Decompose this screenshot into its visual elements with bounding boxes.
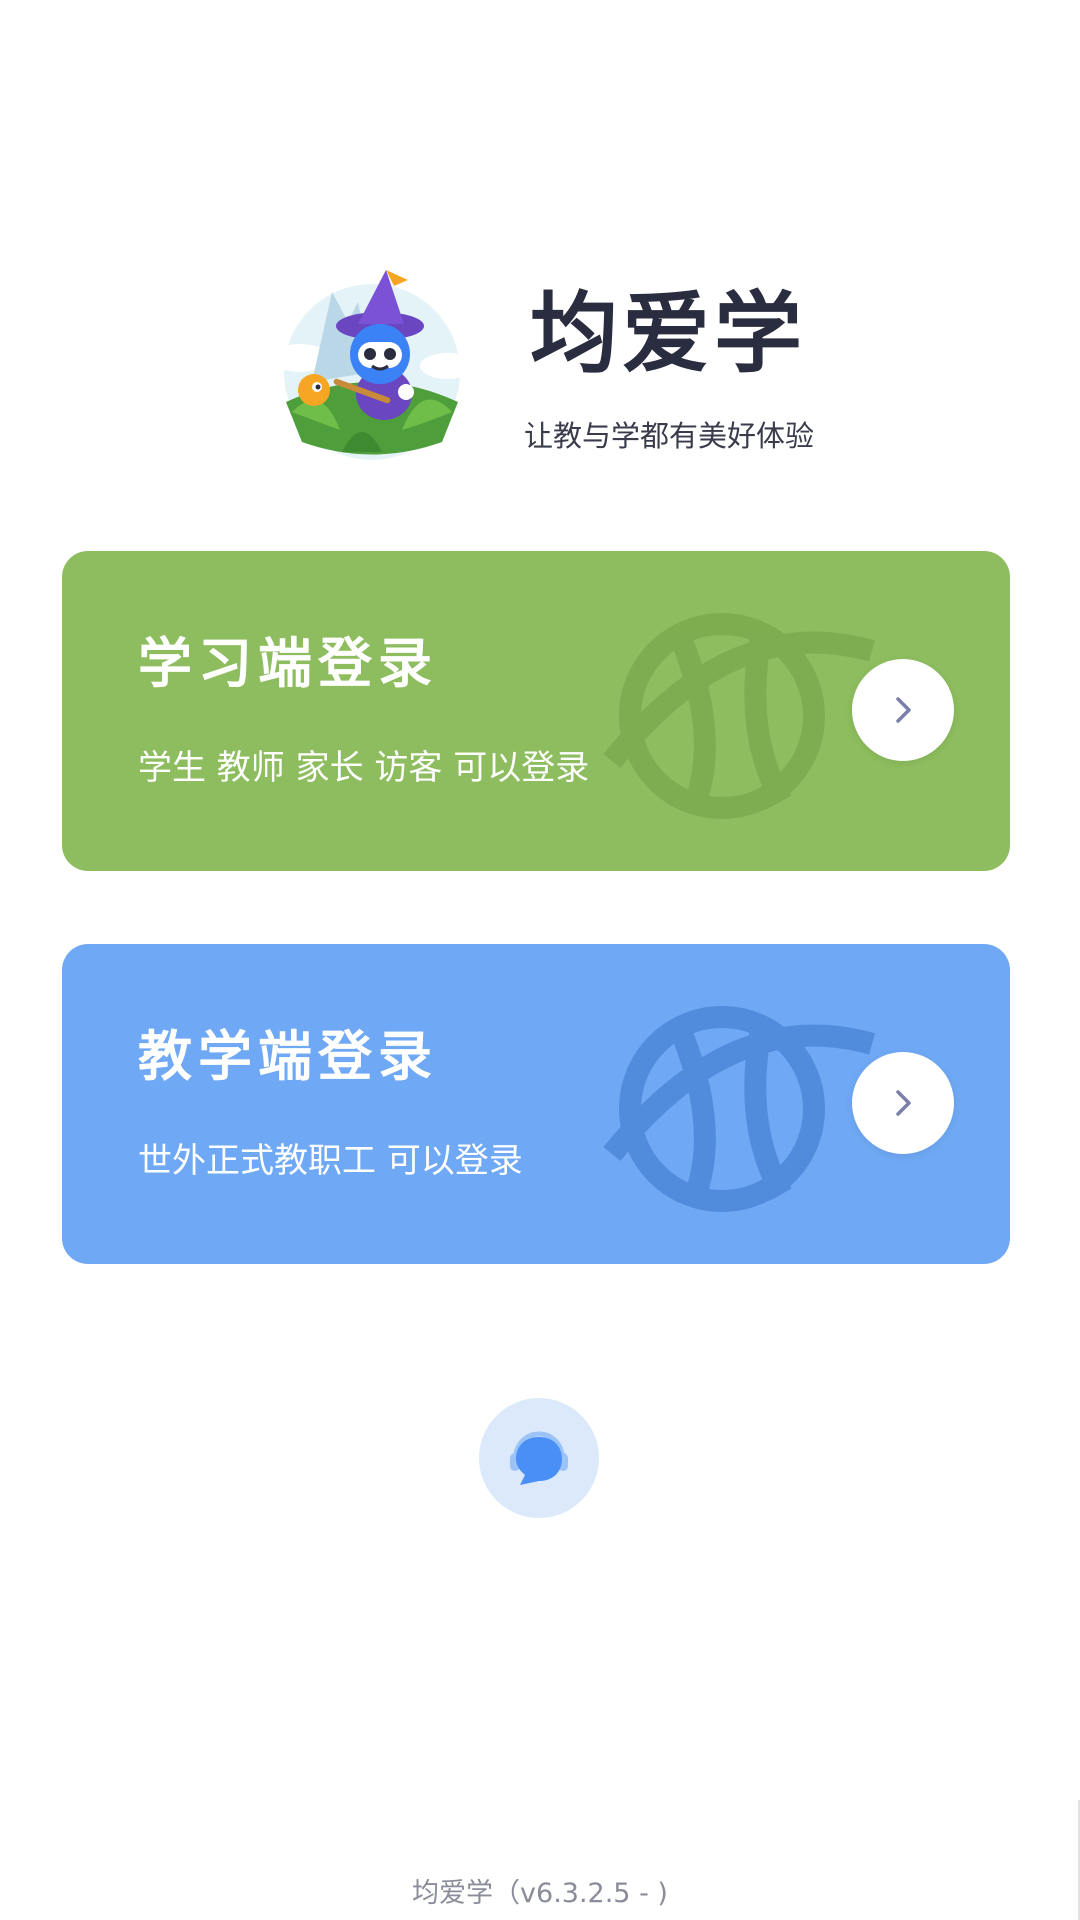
app-version-text: 均爱学（v6.3.2.5 - ) — [412, 1878, 668, 1909]
login-page: 均爱学 让教与学都有美好体验 学习端登录 学生 教师 家长 访客 可以登录 教学… — [0, 0, 1080, 1920]
headset-chat-icon — [510, 1431, 568, 1485]
chevron-right-icon — [896, 697, 911, 723]
student-login-card[interactable]: 学习端登录 学生 教师 家长 访客 可以登录 — [62, 551, 1010, 871]
wizard-robot-mascot-icon — [270, 270, 476, 460]
brand-header: 均爱学 让教与学都有美好体验 — [262, 262, 832, 472]
teacher-login-title: 教学端登录 — [138, 1025, 438, 1088]
student-login-title: 学习端登录 — [138, 632, 438, 695]
app-name: 均爱学 — [530, 282, 807, 385]
teacher-login-description: 世外正式教职工 可以登录 — [138, 1141, 523, 1181]
customer-service-button[interactable] — [479, 1398, 599, 1518]
app-slogan: 让教与学都有美好体验 — [524, 419, 815, 453]
teacher-login-arrow-button[interactable] — [852, 1052, 954, 1154]
chevron-right-icon — [896, 1090, 911, 1116]
student-login-description: 学生 教师 家长 访客 可以登录 — [138, 748, 590, 788]
teacher-login-card[interactable]: 教学端登录 世外正式教职工 可以登录 — [62, 944, 1010, 1264]
student-login-arrow-button[interactable] — [852, 659, 954, 761]
